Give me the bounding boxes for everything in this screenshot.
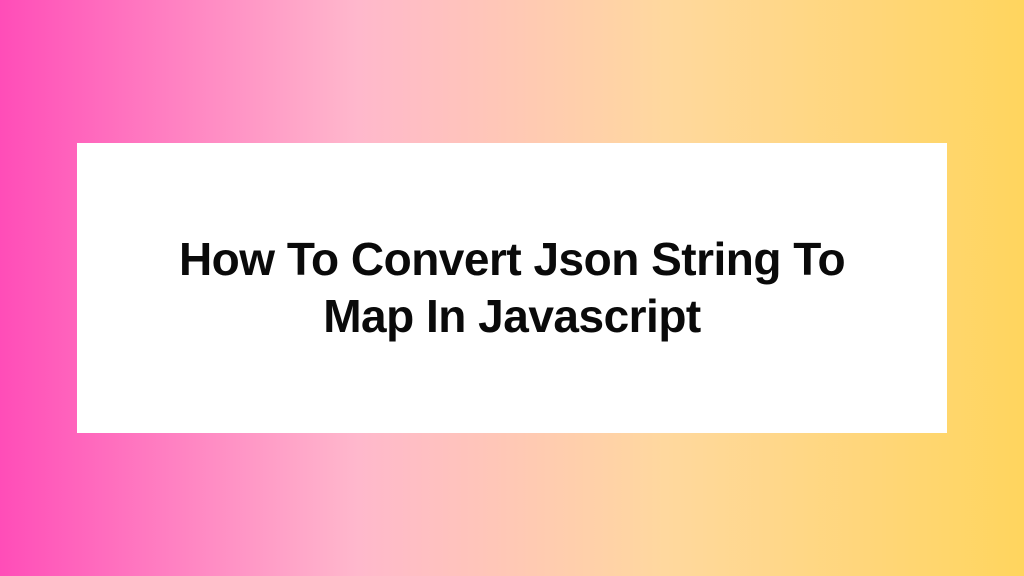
title-card: How To Convert Json String To Map In Jav… [77, 143, 947, 433]
page-title: How To Convert Json String To Map In Jav… [137, 231, 887, 346]
